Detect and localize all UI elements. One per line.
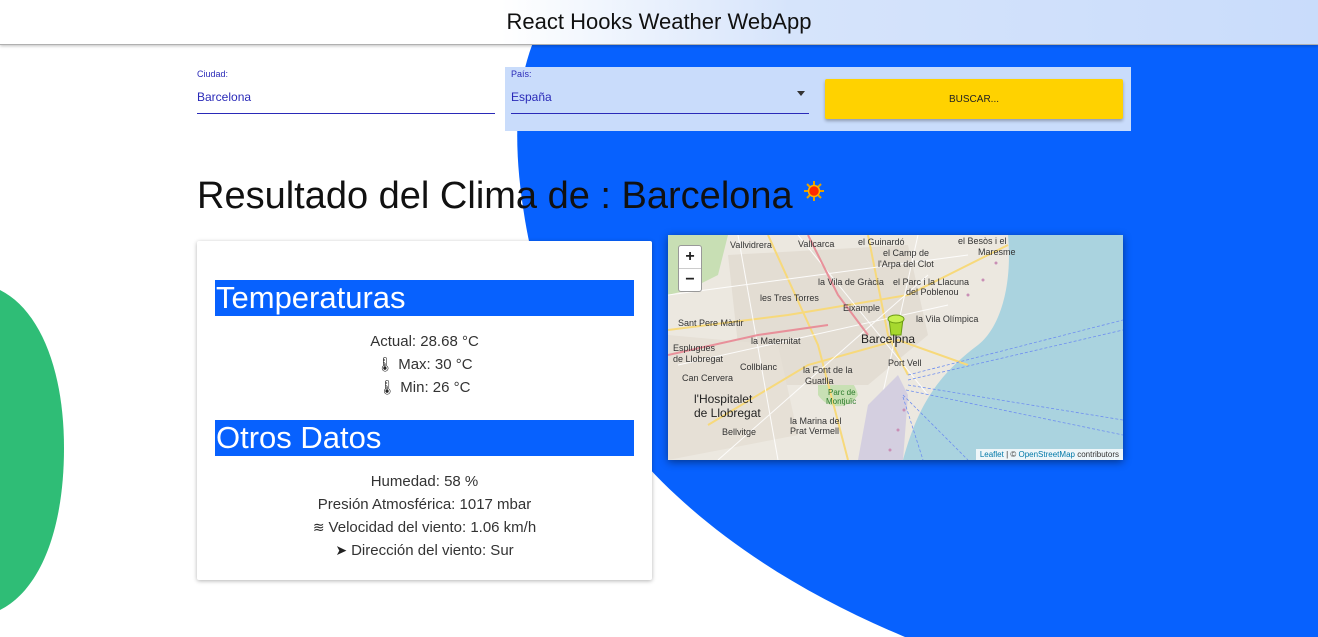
map-label: Guatlla	[805, 376, 834, 386]
leaflet-link[interactable]: Leaflet	[980, 450, 1004, 459]
arrow-direction-icon: ➤	[335, 542, 348, 558]
map-label: de Llobregat	[694, 406, 761, 420]
other-data-heading: Otros Datos	[215, 420, 634, 456]
temp-actual: Actual: 28.68 °C	[370, 333, 479, 350]
country-label: País:	[511, 69, 532, 79]
temp-min-row: 🌡 Min: 26 °C	[197, 379, 652, 396]
map-label: la Maternitat	[751, 336, 801, 346]
green-background-circle	[0, 290, 64, 610]
map-attribution: Leaflet | © OpenStreetMap contributors	[975, 449, 1123, 460]
result-title-text: Resultado del Clima de : Barcelona	[197, 175, 793, 217]
map-label: Sant Pere Màrtir	[678, 318, 744, 328]
search-button[interactable]: BUSCAR...	[825, 79, 1123, 119]
map-label: el Guinardó	[858, 237, 905, 247]
weather-card: Temperaturas Actual: 28.68 °C 🌡 Max: 30 °…	[197, 241, 652, 580]
map-label: les Tres Torres	[760, 293, 819, 303]
map-label: la Font de la	[803, 365, 853, 375]
osm-link[interactable]: OpenStreetMap	[1018, 450, 1074, 459]
zoom-out-button[interactable]: −	[679, 269, 701, 291]
map-label: Prat Vermell	[790, 426, 840, 436]
temperatures-heading: Temperaturas	[215, 280, 634, 316]
map-label: el Besòs i el	[958, 236, 1007, 246]
map-label: l'Arpa del Clot	[878, 259, 934, 269]
wind-icon: ≋	[312, 519, 325, 535]
map-label: Can Cervera	[682, 373, 734, 383]
app-title: React Hooks Weather WebApp	[506, 9, 812, 34]
app-bar: React Hooks Weather WebApp	[0, 0, 1318, 45]
zoom-in-button[interactable]: +	[679, 246, 701, 269]
map-label: Montjuïc	[826, 397, 857, 406]
map-label: la Vila Olímpica	[916, 314, 979, 324]
city-field[interactable]: Ciudad: Barcelona	[197, 69, 495, 114]
map-label: Vallvidrera	[730, 240, 772, 250]
attrib-separator: | ©	[1003, 450, 1019, 459]
thermometer-icon: 🌡	[376, 356, 395, 372]
wind-direction-row: ➤ Dirección del viento: Sur	[197, 542, 652, 559]
country-select[interactable]: País: España	[511, 69, 809, 114]
sun-icon	[803, 180, 824, 201]
map-label: Port Vell	[888, 358, 922, 368]
attrib-contributors: contributors	[1074, 450, 1119, 459]
pressure: Presión Atmosférica: 1017 mbar	[317, 496, 532, 513]
zoom-control: + −	[678, 245, 702, 292]
map-label: la Vila de Gràcia	[818, 277, 884, 287]
map[interactable]: + − Vallvidrera Vallcarca el Guinardó el…	[668, 235, 1123, 460]
map-label: del Poblenou	[906, 287, 959, 297]
map-label: Bellvitge	[722, 427, 757, 437]
map-label: de Llobregat	[673, 354, 724, 364]
city-label: Ciudad:	[197, 69, 229, 79]
map-label: la Marina del	[790, 416, 842, 426]
temp-min: Min: 26 °C	[400, 379, 471, 396]
wind-speed-row: ≋ Velocidad del viento: 1.06 km/h	[197, 519, 652, 536]
thermometer-icon: 🌡	[378, 379, 397, 395]
result-title: Resultado del Clima de : Barcelona	[197, 175, 825, 218]
map-label: l'Hospitalet	[694, 392, 753, 406]
chevron-down-icon[interactable]	[797, 91, 805, 96]
map-label: Collblanc	[740, 362, 778, 372]
map-label: Parc de	[828, 388, 856, 397]
city-input[interactable]: Barcelona	[197, 90, 251, 104]
map-label: Barcelona	[861, 332, 916, 346]
map-label: Vallcarca	[798, 239, 835, 249]
temp-max-row: 🌡 Max: 30 °C	[197, 356, 652, 373]
wind-direction: Dirección del viento: Sur	[351, 542, 514, 559]
map-label: el Parc i la Llacuna	[893, 277, 970, 287]
country-value[interactable]: España	[511, 90, 552, 104]
temp-max: Max: 30 °C	[398, 356, 473, 373]
map-label: el Camp de	[883, 248, 930, 258]
humidity: Humedad: 58 %	[370, 473, 479, 490]
wind-speed: Velocidad del viento: 1.06 km/h	[328, 519, 537, 536]
map-label: Esplugues	[673, 343, 716, 353]
map-label: Maresme	[978, 247, 1016, 257]
search-form: Ciudad: Barcelona País: España BUSCAR...	[187, 67, 1131, 131]
map-label: Eixample	[843, 303, 881, 313]
